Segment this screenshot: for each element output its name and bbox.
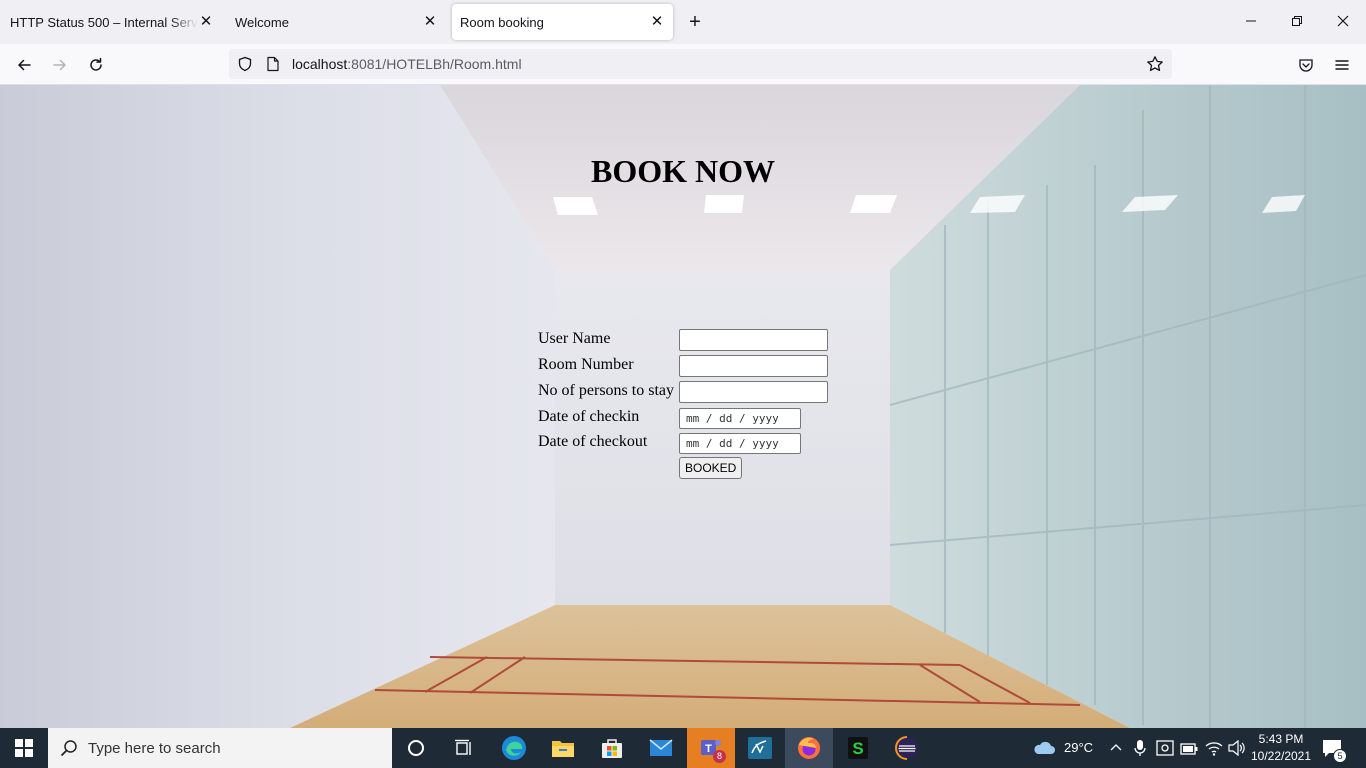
navigation-toolbar: localhost:8081/HOTELBh/Room.html bbox=[0, 44, 1366, 85]
close-icon[interactable]: ✕ bbox=[196, 12, 216, 32]
url-text[interactable]: localhost:8081/HOTELBh/Room.html bbox=[292, 56, 522, 72]
tab-strip: HTTP Status 500 – Internal Server Error … bbox=[0, 0, 1366, 44]
user-name-input[interactable] bbox=[679, 329, 828, 351]
cortana-icon[interactable] bbox=[392, 728, 440, 768]
mail-icon[interactable] bbox=[637, 728, 685, 768]
minimize-icon[interactable] bbox=[1239, 10, 1263, 34]
shield-icon[interactable] bbox=[237, 56, 253, 77]
form-row-checkout: Date of checkout mm / dd / yyyy bbox=[536, 430, 836, 456]
url-host: localhost bbox=[292, 56, 348, 72]
teams-icon[interactable]: T 8 bbox=[687, 728, 735, 768]
bookmark-star-icon[interactable] bbox=[1146, 55, 1164, 78]
tab-http-status-500[interactable]: HTTP Status 500 – Internal Server Error … bbox=[0, 4, 222, 40]
checkin-date-input[interactable]: mm / dd / yyyy bbox=[679, 408, 801, 429]
windows-taskbar: Type here to search T 8 S 29°C 5:43 PM 1… bbox=[0, 728, 1366, 768]
battery-icon[interactable] bbox=[1180, 742, 1198, 760]
svg-text:S: S bbox=[852, 739, 863, 758]
form-row-room-number: Room Number bbox=[536, 353, 836, 379]
notification-count-badge: 5 bbox=[1333, 749, 1347, 763]
speaker-volume-icon[interactable] bbox=[1228, 739, 1246, 761]
clock-time: 5:43 PM bbox=[1258, 732, 1304, 746]
room-number-label: Room Number bbox=[538, 356, 634, 373]
page-title: BOOK NOW bbox=[590, 153, 775, 189]
app-s-icon[interactable]: S bbox=[834, 728, 882, 768]
taskbar-search-box[interactable]: Type here to search bbox=[48, 728, 392, 768]
clock-date: 10/22/2021 bbox=[1250, 749, 1312, 763]
menu-hamburger-icon[interactable] bbox=[1329, 52, 1355, 78]
tab-welcome[interactable]: Welcome ✕ bbox=[226, 4, 446, 40]
booking-page: BOOK NOW User Name Room Number No of per… bbox=[0, 85, 1366, 728]
microphone-icon[interactable] bbox=[1134, 739, 1146, 762]
room-number-input[interactable] bbox=[679, 355, 828, 377]
url-path: :8081/HOTELBh/Room.html bbox=[347, 56, 522, 72]
svg-text:T: T bbox=[705, 743, 712, 755]
mysql-workbench-icon[interactable] bbox=[736, 728, 784, 768]
taskbar-clock[interactable]: 5:43 PM 10/22/2021 bbox=[1248, 731, 1314, 765]
reload-icon[interactable] bbox=[83, 52, 109, 78]
checkout-label: Date of checkout bbox=[538, 433, 648, 450]
address-bar[interactable]: localhost:8081/HOTELBh/Room.html bbox=[229, 49, 1172, 79]
window-close-icon[interactable] bbox=[1331, 10, 1355, 34]
firefox-icon[interactable] bbox=[785, 728, 833, 768]
close-icon[interactable]: ✕ bbox=[647, 12, 667, 32]
eclipse-icon[interactable] bbox=[883, 728, 931, 768]
camera-icon[interactable] bbox=[1156, 740, 1174, 761]
form-row-checkin: Date of checkin mm / dd / yyyy bbox=[536, 405, 836, 431]
cloud-weather-icon[interactable] bbox=[1032, 738, 1056, 761]
wifi-icon[interactable] bbox=[1205, 740, 1223, 761]
chevron-up-icon[interactable] bbox=[1110, 741, 1122, 759]
restore-icon[interactable] bbox=[1285, 10, 1309, 34]
checkout-date-input[interactable]: mm / dd / yyyy bbox=[679, 433, 801, 454]
windows-start-icon[interactable] bbox=[0, 728, 48, 768]
close-icon[interactable]: ✕ bbox=[420, 12, 440, 32]
booked-submit-button[interactable]: BOOKED bbox=[679, 457, 743, 479]
back-arrow-icon[interactable] bbox=[11, 52, 37, 78]
form-row-persons: No of persons to stay bbox=[536, 379, 836, 405]
search-icon bbox=[60, 739, 78, 762]
tab-title: Room booking bbox=[460, 14, 544, 30]
tab-room-booking[interactable]: Room booking ✕ bbox=[452, 4, 673, 40]
pocket-icon[interactable] bbox=[1293, 52, 1319, 78]
form-row-user-name: User Name bbox=[536, 327, 836, 353]
microsoft-store-icon[interactable] bbox=[588, 728, 636, 768]
web-content: BOOK NOW User Name Room Number No of per… bbox=[0, 85, 1366, 728]
persons-label: No of persons to stay bbox=[538, 382, 674, 399]
new-tab-plus-icon[interactable]: + bbox=[683, 10, 707, 34]
search-placeholder: Type here to search bbox=[88, 740, 221, 757]
task-view-icon[interactable] bbox=[440, 728, 488, 768]
file-explorer-icon[interactable] bbox=[539, 728, 587, 768]
forward-arrow-icon[interactable] bbox=[47, 52, 73, 78]
edge-icon[interactable] bbox=[490, 728, 538, 768]
teams-badge: 8 bbox=[713, 750, 726, 763]
tab-title: Welcome bbox=[235, 14, 289, 30]
user-name-label: User Name bbox=[538, 330, 611, 347]
page-icon[interactable] bbox=[266, 56, 280, 77]
checkin-label: Date of checkin bbox=[538, 408, 640, 425]
tab-title: HTTP Status 500 – Internal Server Error bbox=[10, 14, 198, 30]
weather-temperature[interactable]: 29°C bbox=[1064, 740, 1093, 755]
persons-input[interactable] bbox=[679, 381, 828, 403]
